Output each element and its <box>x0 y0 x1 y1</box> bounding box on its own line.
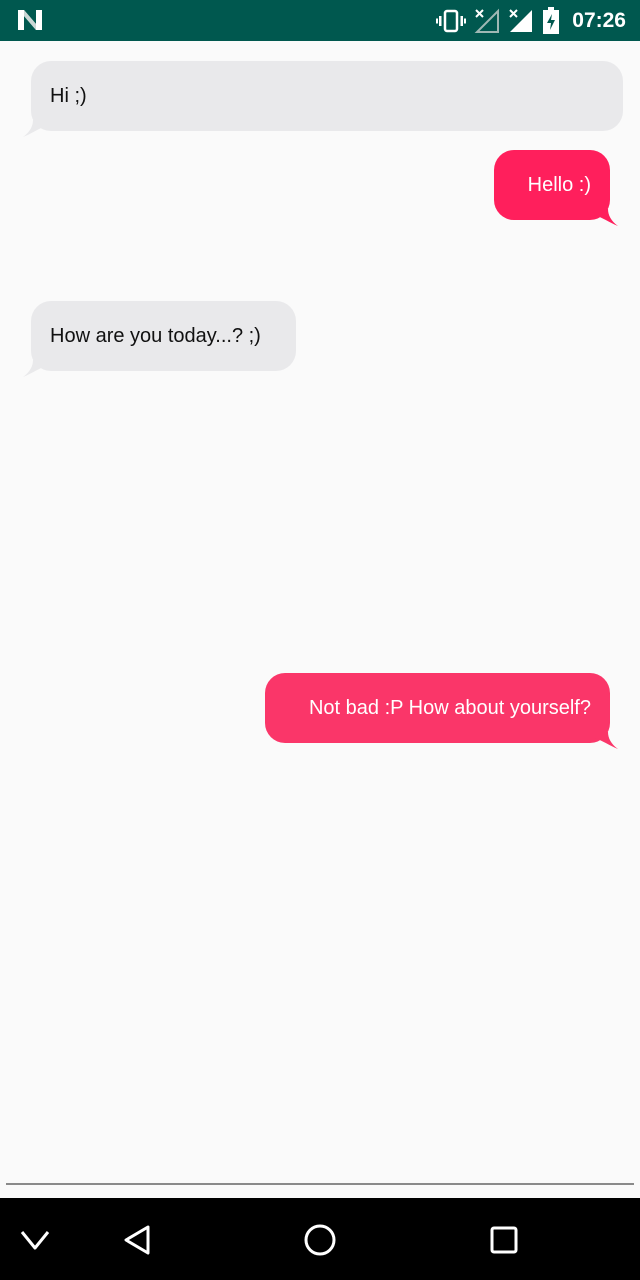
back-button[interactable] <box>115 1218 159 1262</box>
battery-charging-icon <box>543 6 560 34</box>
message-bubble-outgoing[interactable]: Hello :) <box>494 150 618 226</box>
message-text: Hello :) <box>527 174 591 196</box>
vibrate-icon <box>436 9 467 32</box>
hide-keyboard-button[interactable] <box>13 1218 57 1262</box>
clock: 07:26 <box>572 8 626 32</box>
bubble-tail <box>594 209 618 226</box>
input-divider <box>6 1183 634 1185</box>
signal-icon <box>509 8 533 32</box>
no-signal-icon <box>474 8 500 33</box>
recents-icon <box>490 1226 518 1254</box>
message-text: Hi ;) <box>50 85 87 107</box>
message-text: How are you today...? ;) <box>50 325 261 347</box>
chevron-down-icon <box>20 1231 50 1250</box>
message-bubble-incoming[interactable]: How are you today...? ;) <box>23 301 296 377</box>
navigation-bar <box>0 1198 640 1280</box>
bubble-tail <box>23 120 47 137</box>
home-button[interactable] <box>298 1218 342 1262</box>
message-bubble-outgoing[interactable]: Not bad :P How about yourself? <box>265 673 618 749</box>
bubble-tail <box>594 732 618 749</box>
recents-button[interactable] <box>482 1218 526 1262</box>
status-icons: 07:26 <box>436 0 626 41</box>
back-icon <box>124 1225 150 1255</box>
message-bubble-incoming[interactable]: Hi ;) <box>23 61 623 137</box>
home-icon <box>304 1224 336 1256</box>
status-bar: 07:26 <box>0 0 640 41</box>
n-logo-icon <box>18 10 42 30</box>
chat-area[interactable]: Hi ;) Hello :) How are you today...? ;) … <box>0 41 640 1184</box>
bubble-tail <box>23 360 47 377</box>
message-text: Not bad :P How about yourself? <box>308 697 591 719</box>
